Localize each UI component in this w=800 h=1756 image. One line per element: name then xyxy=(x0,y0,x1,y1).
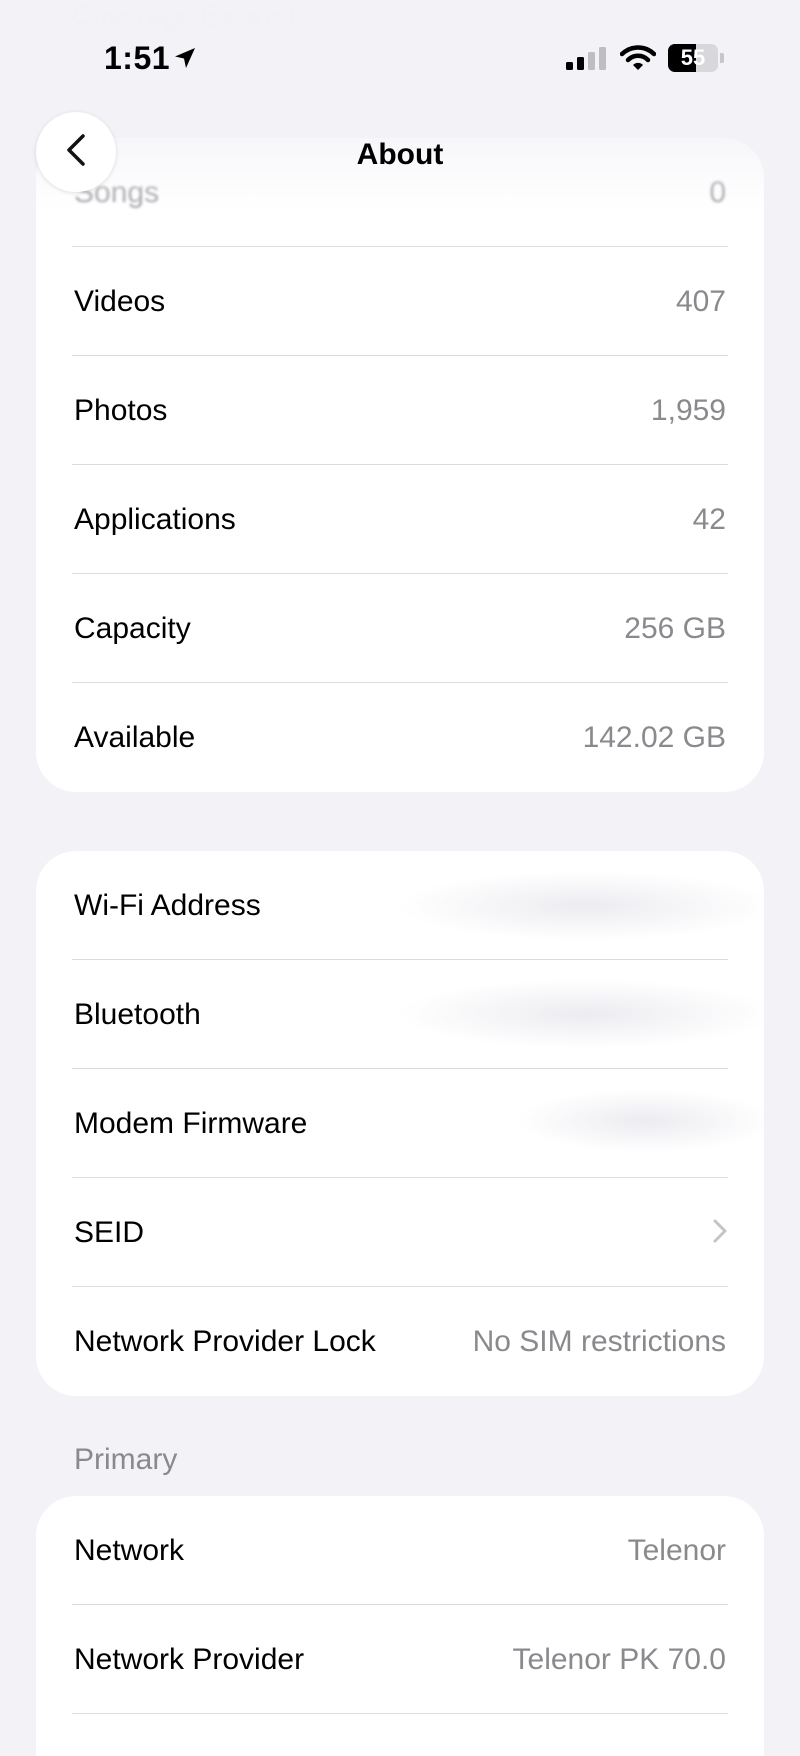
row-value: 1,959 xyxy=(650,394,726,427)
chevron-right-icon xyxy=(712,1218,728,1249)
row-label: Available xyxy=(74,721,196,754)
row-value: 256 GB xyxy=(624,612,726,645)
row-value: 407 xyxy=(675,285,726,318)
row-network-provider[interactable]: Network Provider Telenor PK 70.0 xyxy=(36,1605,764,1714)
row-applications[interactable]: Applications 42 xyxy=(36,465,764,574)
status-bar: 1:51 55 xyxy=(0,0,800,120)
hardware-info-group: Wi-Fi Address Bluetooth Modem Firmware S… xyxy=(36,851,764,1396)
row-label: Bluetooth xyxy=(74,998,201,1031)
row-label: Network Provider xyxy=(74,1643,305,1676)
row-label: Network xyxy=(74,1534,185,1567)
page-title: About xyxy=(356,138,444,171)
row-videos[interactable]: Videos 407 xyxy=(36,247,764,356)
row-network[interactable]: Network Telenor xyxy=(36,1496,764,1605)
wifi-icon xyxy=(619,44,657,77)
row-value: Telenor xyxy=(627,1534,726,1567)
battery-icon: 55 xyxy=(668,44,724,72)
redacted-value xyxy=(516,1089,764,1153)
row-available[interactable]: Available 142.02 GB xyxy=(36,683,764,792)
row-label: Modem Firmware xyxy=(74,1107,308,1140)
status-time: 1:51 xyxy=(104,40,171,76)
row-label: Photos xyxy=(74,394,168,427)
row-label: Videos xyxy=(74,285,166,318)
row-network-provider-lock[interactable]: Network Provider Lock No SIM restriction… xyxy=(36,1287,764,1396)
cellular-signal-icon xyxy=(566,46,608,77)
redacted-value xyxy=(396,979,764,1049)
row-label: SEID xyxy=(74,1216,145,1249)
row-value: 142.02 GB xyxy=(582,721,726,754)
row-label: Network Provider Lock xyxy=(74,1325,376,1358)
redacted-value xyxy=(396,871,764,941)
row-value: No SIM restrictions xyxy=(472,1325,726,1358)
location-arrow-icon xyxy=(172,45,198,76)
row-label: Wi-Fi Address xyxy=(74,889,261,922)
row-label: Applications xyxy=(74,503,236,536)
row-value: Telenor PK 70.0 xyxy=(512,1643,726,1676)
navigation-bar: About xyxy=(0,108,800,204)
row-seid[interactable]: SEID xyxy=(36,1178,764,1287)
row-photos[interactable]: Photos 1,959 xyxy=(36,356,764,465)
primary-network-group: Network Telenor Network Provider Telenor… xyxy=(36,1496,764,1756)
separator xyxy=(72,1713,728,1714)
row-value: 42 xyxy=(692,503,726,536)
row-label: Capacity xyxy=(74,612,191,645)
section-header-primary: Primary xyxy=(74,1443,178,1476)
storage-info-group: Songs 0 Videos 407 Photos 1,959 Applicat… xyxy=(36,138,764,792)
row-capacity[interactable]: Capacity 256 GB xyxy=(36,574,764,683)
battery-level: 55 xyxy=(680,45,706,70)
